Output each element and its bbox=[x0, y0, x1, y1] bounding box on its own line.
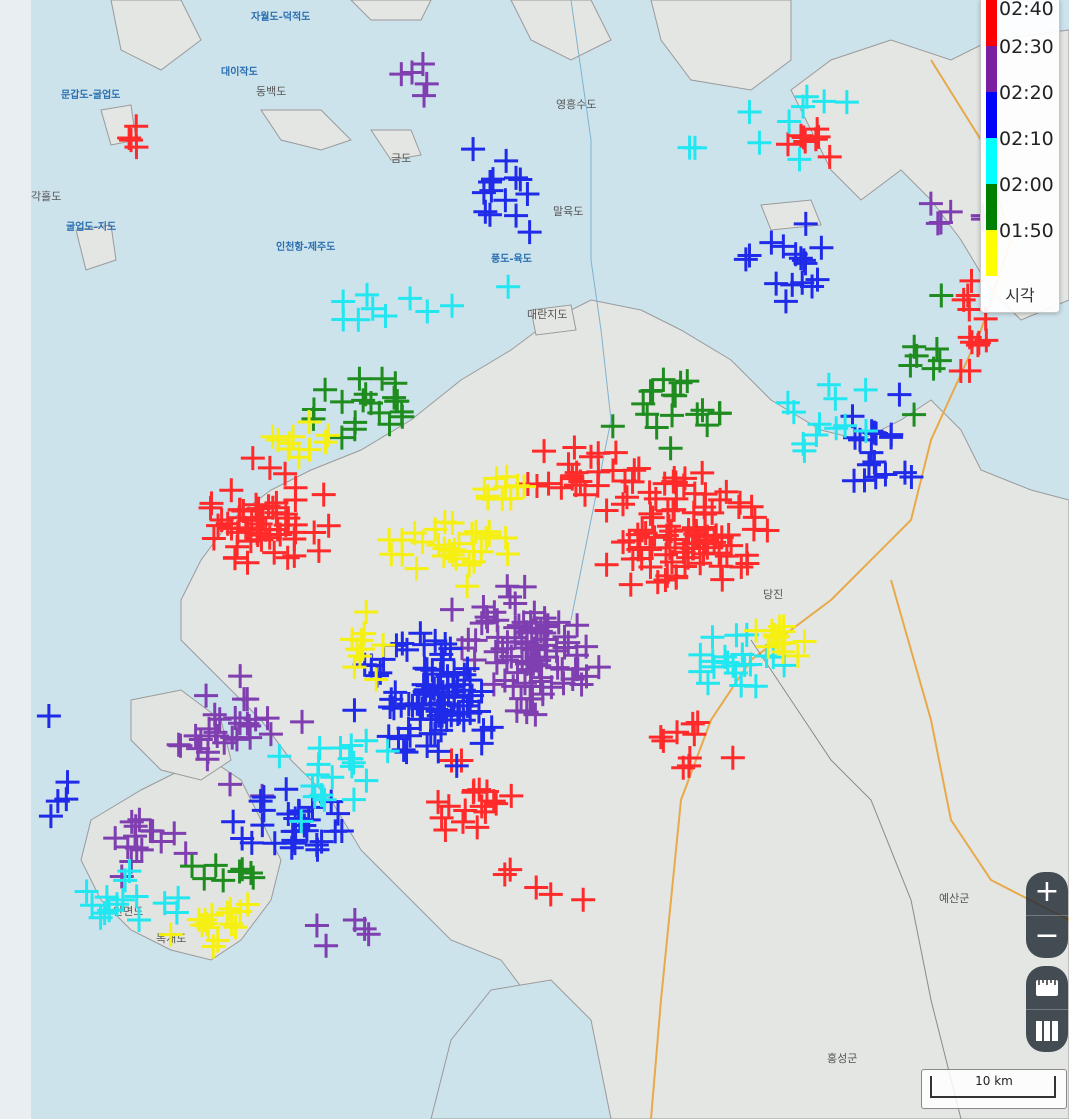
map-book-icon bbox=[1036, 1021, 1058, 1041]
lightning-strike-marker bbox=[477, 202, 502, 227]
land-southwest bbox=[80, 759, 282, 961]
lightning-strike-marker bbox=[440, 293, 465, 318]
lightning-strike-marker bbox=[297, 409, 322, 434]
lightning-strike-marker bbox=[737, 99, 762, 124]
zoom-in-button[interactable]: + bbox=[1026, 872, 1068, 915]
map-canvas[interactable]: 자월도-덕적도 문갑도-굴업도 대이작도 동백도 금도 각흘도 굴업도-지도 인… bbox=[31, 0, 1069, 1119]
label-gakhuldo: 각흘도 bbox=[31, 190, 61, 203]
lightning-strike-marker bbox=[504, 203, 529, 228]
lightning-strike-marker bbox=[496, 274, 521, 299]
island-2 bbox=[350, 0, 432, 21]
label-daenanjido: 대란지도 bbox=[527, 308, 567, 321]
label-gulupdo-jido: 굴업도-지도 bbox=[66, 220, 116, 233]
lightning-strike-marker bbox=[356, 922, 381, 947]
lightning-strike-marker bbox=[759, 230, 784, 255]
island-3 bbox=[260, 109, 352, 151]
land-top-north bbox=[510, 0, 612, 61]
lightning-strike-marker bbox=[823, 386, 848, 411]
lightning-strike-marker bbox=[370, 366, 395, 391]
lightning-strike-marker bbox=[805, 267, 830, 292]
lightning-strike-marker bbox=[809, 235, 834, 260]
legend-label: 02:00 bbox=[999, 174, 1054, 196]
legend-label: 02:10 bbox=[999, 128, 1054, 150]
lightning-strike-marker bbox=[384, 389, 409, 414]
legend-title: 시각 bbox=[1005, 286, 1035, 305]
island-1 bbox=[110, 0, 202, 71]
lightning-strike-marker bbox=[924, 337, 949, 362]
legend-label: 02:40 bbox=[999, 0, 1054, 20]
lightning-strike-marker bbox=[887, 382, 912, 407]
lightning-strike-marker bbox=[355, 282, 380, 307]
ruler-button[interactable] bbox=[1026, 966, 1068, 1009]
zoom-control: + − bbox=[1026, 872, 1068, 958]
tool-control bbox=[1026, 966, 1068, 1052]
legend-item-0150: 01:50 bbox=[981, 220, 1059, 276]
lightning-strike-marker bbox=[737, 243, 762, 268]
lightning-strike-marker bbox=[313, 377, 338, 402]
lightning-strike-marker bbox=[224, 727, 249, 752]
land-top-center bbox=[650, 0, 792, 91]
legend-swatch bbox=[986, 184, 997, 230]
lightning-strike-marker bbox=[853, 377, 878, 402]
lightning-strike-marker bbox=[747, 130, 772, 155]
label-dangjin: 당진 bbox=[763, 588, 783, 601]
lightning-strike-marker bbox=[461, 137, 486, 162]
lightning-strike-marker bbox=[777, 109, 802, 134]
map-basemap: 자월도-덕적도 문갑도-굴업도 대이작도 동백도 금도 각흘도 굴업도-지도 인… bbox=[31, 0, 1069, 1119]
lightning-strike-marker bbox=[389, 62, 414, 87]
label-malyukdo: 말육도 bbox=[553, 205, 583, 218]
legend-swatch bbox=[986, 230, 997, 276]
lightning-strike-marker bbox=[331, 307, 356, 332]
scale-label: 10 km bbox=[975, 1074, 1013, 1088]
time-legend: 02:40 02:30 02:20 02:10 02:00 01:50 시각 bbox=[980, 0, 1060, 313]
lightning-strike-marker bbox=[682, 135, 707, 160]
lightning-strike-marker bbox=[955, 283, 980, 308]
lightning-strike-marker bbox=[398, 286, 423, 311]
legend-swatch bbox=[986, 0, 997, 46]
label-dongbaekdo: 동백도 bbox=[256, 85, 286, 98]
lightning-strike-marker bbox=[929, 283, 954, 308]
lightning-strike-marker bbox=[36, 704, 61, 729]
lightning-strike-marker bbox=[199, 491, 224, 516]
legend-label: 02:30 bbox=[999, 36, 1054, 58]
lightning-strike-marker bbox=[304, 833, 329, 858]
map-layers-button[interactable] bbox=[1026, 1009, 1068, 1053]
lightning-strike-marker bbox=[780, 272, 805, 297]
scale-bar: 10 km bbox=[921, 1069, 1067, 1109]
zoom-out-button[interactable]: − bbox=[1026, 915, 1068, 959]
lightning-strike-marker bbox=[274, 777, 299, 802]
lightning-strike-marker bbox=[347, 366, 372, 391]
legend-swatch bbox=[986, 46, 997, 92]
lightning-strike-marker bbox=[787, 147, 812, 172]
lightning-strike-marker bbox=[330, 389, 355, 414]
label-pungdo: 풍도-육도 bbox=[491, 253, 532, 265]
label-yesan: 예산군 bbox=[939, 892, 969, 905]
ruler-icon bbox=[1036, 980, 1058, 996]
label-daeido: 대이작도 bbox=[221, 65, 258, 78]
label-incheon-jeju: 인천항-제주도 bbox=[276, 240, 335, 253]
legend-swatch bbox=[986, 138, 997, 184]
legend-swatch bbox=[986, 92, 997, 138]
label-mungapdo: 문갑도-굴업도 bbox=[61, 88, 120, 101]
label-geumdo: 금도 bbox=[391, 152, 411, 165]
legend-label: 02:20 bbox=[999, 82, 1054, 104]
left-gutter bbox=[0, 0, 31, 1119]
lightning-strike-marker bbox=[412, 83, 437, 108]
lightning-strike-marker bbox=[517, 220, 542, 245]
label-hongseong: 홍성군 bbox=[827, 1051, 857, 1065]
lightning-strike-marker bbox=[733, 247, 758, 272]
lightning-strike-marker bbox=[414, 71, 439, 96]
lightning-strike-marker bbox=[281, 424, 306, 449]
label-jawoldo: 자월도-덕적도 bbox=[251, 10, 310, 23]
lightning-strike-marker bbox=[816, 372, 841, 397]
lightning-strike-marker bbox=[415, 299, 440, 324]
legend-label: 01:50 bbox=[999, 220, 1054, 242]
island-8 bbox=[760, 199, 822, 231]
lightning-strike-marker bbox=[316, 423, 341, 448]
lightning-strike-marker bbox=[788, 246, 813, 271]
lightning-strike-marker bbox=[260, 424, 285, 449]
label-yeongheung: 영흥수도 bbox=[556, 97, 596, 111]
